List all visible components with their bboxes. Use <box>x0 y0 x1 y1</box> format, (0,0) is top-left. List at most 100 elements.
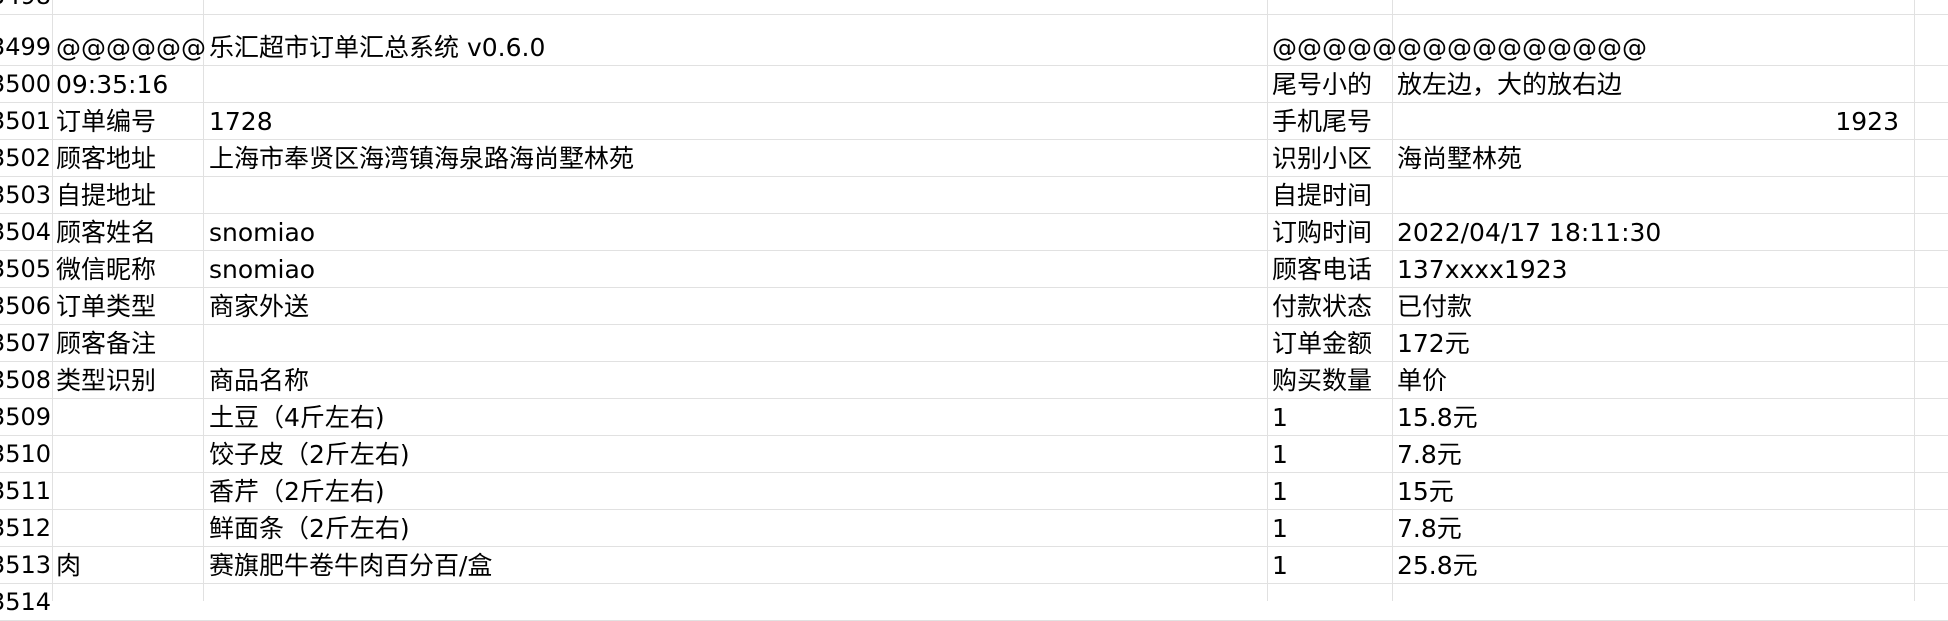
cell-d[interactable]: 放左边，大的放右边 <box>1393 66 1907 103</box>
row-number[interactable]: 3507 <box>0 325 51 362</box>
row-number[interactable]: 3502 <box>0 140 51 177</box>
cell-a[interactable]: 订单类型 <box>52 288 202 325</box>
sheet-row: 3501 订单编号 1728 手机尾号 1923 <box>0 103 1948 140</box>
cell-c[interactable]: 1 <box>1268 473 1392 510</box>
cell-b[interactable]: 商家外送 <box>205 288 1267 325</box>
sheet-row: 3504 顾客姓名 snomiao 订购时间 2022/04/17 18:11:… <box>0 214 1948 251</box>
cell-b[interactable]: 上海市奉贤区海湾镇海泉路海尚墅林苑 <box>205 140 1267 177</box>
sheet-row: 3506 订单类型 商家外送 付款状态 已付款 <box>0 288 1948 325</box>
cell-c[interactable]: 手机尾号 <box>1268 103 1392 140</box>
cell-a[interactable]: 顾客备注 <box>52 325 202 362</box>
cell-a[interactable]: 顾客姓名 <box>52 214 202 251</box>
cell-d[interactable]: 已付款 <box>1393 288 1907 325</box>
row-number[interactable]: 3500 <box>0 66 51 103</box>
cell-a[interactable] <box>52 0 202 15</box>
cell-d[interactable] <box>1393 584 1907 621</box>
cell-d[interactable]: 7.8元 <box>1393 436 1907 473</box>
cell-d[interactable]: 海尚墅林苑 <box>1393 140 1907 177</box>
cell-b[interactable] <box>205 0 1267 15</box>
row-number[interactable]: 3504 <box>0 214 51 251</box>
row-number[interactable]: 3509 <box>0 399 51 436</box>
row-number[interactable]: 3511 <box>0 473 51 510</box>
cell-b[interactable]: snomiao <box>205 251 1267 288</box>
cell-d[interactable]: 172元 <box>1393 325 1907 362</box>
row-number[interactable]: 3506 <box>0 288 51 325</box>
cell-a[interactable] <box>52 584 202 621</box>
sheet-row: 3498 <box>0 0 1948 15</box>
sheet-row: 3509 土豆（4斤左右) 1 15.8元 <box>0 399 1948 436</box>
cell-c[interactable]: 1 <box>1268 547 1392 584</box>
cell-a[interactable]: 类型识别 <box>52 362 202 399</box>
cell-d[interactable]: 1923 <box>1393 103 1907 140</box>
cell-d[interactable]: 15.8元 <box>1393 399 1907 436</box>
cell-c[interactable]: 付款状态 <box>1268 288 1392 325</box>
cell-d[interactable]: 137xxxx1923 <box>1393 251 1907 288</box>
cell-a[interactable]: 肉 <box>52 547 202 584</box>
row-number[interactable]: 3513 <box>0 547 51 584</box>
cell-a[interactable] <box>52 436 202 473</box>
sheet-row: 3513 肉 赛旗肥牛卷牛肉百分百/盒 1 25.8元 <box>0 547 1948 584</box>
cell-d[interactable]: 25.8元 <box>1393 547 1907 584</box>
row-number[interactable]: 3510 <box>0 436 51 473</box>
cell-c[interactable]: 订购时间 <box>1268 214 1392 251</box>
cell-a[interactable] <box>52 473 202 510</box>
cell-b[interactable] <box>205 66 1267 103</box>
cell-a[interactable]: 订单编号 <box>52 103 202 140</box>
cell-d[interactable] <box>1393 177 1907 214</box>
sheet-row: 3508 类型识别 商品名称 购买数量 单价 <box>0 362 1948 399</box>
cell-b[interactable] <box>205 325 1267 362</box>
cell-b[interactable]: 乐汇超市订单汇总系统 v0.6.0 <box>205 29 1267 66</box>
sheet-row: 3505 微信昵称 snomiao 顾客电话 137xxxx1923 <box>0 251 1948 288</box>
cell-c[interactable]: 购买数量 <box>1268 362 1392 399</box>
cell-d[interactable]: 2022/04/17 18:11:30 <box>1393 214 1907 251</box>
cell-b[interactable]: 商品名称 <box>205 362 1267 399</box>
cell-b[interactable]: snomiao <box>205 214 1267 251</box>
sheet-row: 3512 鲜面条（2斤左右) 1 7.8元 <box>0 510 1948 547</box>
row-number[interactable]: 3514 <box>0 584 51 621</box>
sheet-row: 3499 @@@@@@ 乐汇超市订单汇总系统 v0.6.0 @@@@@ @@@@… <box>0 29 1948 66</box>
cell-b[interactable]: 1728 <box>205 103 1267 140</box>
sheet-row: 3503 自提地址 自提时间 <box>0 177 1948 214</box>
cell-c[interactable]: 1 <box>1268 510 1392 547</box>
cell-c[interactable]: @@@@@ <box>1268 29 1397 66</box>
cell-b[interactable]: 土豆（4斤左右) <box>205 399 1267 436</box>
cell-c[interactable]: 订单金额 <box>1268 325 1392 362</box>
cell-b[interactable] <box>205 584 1267 621</box>
row-number[interactable]: 3505 <box>0 251 51 288</box>
cell-a[interactable]: 微信昵称 <box>52 251 202 288</box>
cell-c[interactable]: 自提时间 <box>1268 177 1392 214</box>
cell-a[interactable]: 顾客地址 <box>52 140 202 177</box>
sheet-row: 3514 <box>0 584 1948 621</box>
cell-c[interactable]: 1 <box>1268 436 1392 473</box>
cell-a[interactable]: @@@@@@ <box>52 29 206 66</box>
cell-d[interactable]: 单价 <box>1393 362 1907 399</box>
sheet-row: 3510 饺子皮（2斤左右) 1 7.8元 <box>0 436 1948 473</box>
cell-c[interactable]: 识别小区 <box>1268 140 1392 177</box>
cell-c[interactable]: 1 <box>1268 399 1392 436</box>
sheet-row: 3502 顾客地址 上海市奉贤区海湾镇海泉路海尚墅林苑 识别小区 海尚墅林苑 <box>0 140 1948 177</box>
cell-b[interactable]: 赛旗肥牛卷牛肉百分百/盒 <box>205 547 1267 584</box>
cell-c[interactable]: 顾客电话 <box>1268 251 1392 288</box>
cell-a[interactable]: 自提地址 <box>52 177 202 214</box>
row-number[interactable]: 3508 <box>0 362 51 399</box>
cell-a[interactable] <box>52 399 202 436</box>
spreadsheet-grid: 3498 3499 @@@@@@ 乐汇超市订单汇总系统 v0.6.0 @@@@@… <box>0 0 1948 621</box>
cell-a[interactable] <box>52 510 202 547</box>
row-number[interactable]: 3512 <box>0 510 51 547</box>
cell-b[interactable]: 饺子皮（2斤左右) <box>205 436 1267 473</box>
cell-b[interactable]: 香芹（2斤左右) <box>205 473 1267 510</box>
row-number[interactable]: 3499 <box>0 29 51 66</box>
row-number[interactable]: 3498 <box>0 0 51 15</box>
cell-c[interactable] <box>1268 0 1392 15</box>
cell-c[interactable] <box>1268 584 1392 621</box>
cell-d[interactable]: 15元 <box>1393 473 1907 510</box>
row-number[interactable]: 3503 <box>0 177 51 214</box>
row-number[interactable]: 3501 <box>0 103 51 140</box>
cell-d[interactable] <box>1393 0 1907 15</box>
cell-d[interactable]: @@@@@@@@@@ <box>1393 29 1907 66</box>
cell-c[interactable]: 尾号小的 <box>1268 66 1392 103</box>
cell-a[interactable]: 09:35:16 <box>52 66 202 103</box>
cell-b[interactable]: 鲜面条（2斤左右) <box>205 510 1267 547</box>
cell-d[interactable]: 7.8元 <box>1393 510 1907 547</box>
cell-b[interactable] <box>205 177 1267 214</box>
